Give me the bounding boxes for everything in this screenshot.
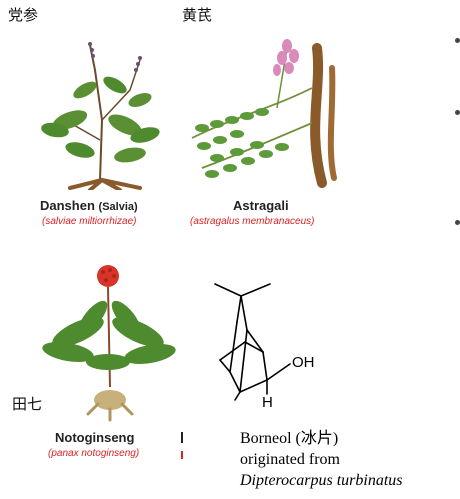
dangshen-chinese-label: 党参 bbox=[8, 6, 39, 24]
divider-mark bbox=[181, 432, 183, 443]
danshen-name: Danshen bbox=[40, 198, 95, 213]
astragali-latin-name: (astragalus membranaceus) bbox=[190, 216, 315, 227]
danshen-common-name: (Salvia) bbox=[98, 201, 138, 213]
danshen-title: Danshen (Salvia) bbox=[40, 198, 138, 213]
notoginseng-latin-name: (panax notoginseng) bbox=[48, 448, 140, 459]
huangqi-chinese-label: 黄芪 bbox=[182, 6, 213, 24]
notoginseng-plant-illustration bbox=[42, 265, 176, 422]
astragali-plant-illustration bbox=[191, 39, 337, 188]
borneol-caption: Borneol (冰片) originated from Dipterocarp… bbox=[240, 428, 403, 491]
astragali-name: Astragali bbox=[233, 198, 289, 213]
divider-mark bbox=[181, 451, 183, 459]
bullet-dot bbox=[455, 220, 460, 225]
notoginseng-name: Notoginseng bbox=[55, 430, 135, 445]
borneol-structure-diagram bbox=[214, 283, 291, 401]
caption-line-3: Dipterocarpus turbinatus bbox=[240, 470, 403, 491]
bullet-dot bbox=[455, 38, 460, 43]
caption-line-1: Borneol (冰片) bbox=[240, 430, 339, 447]
danshen-plant-illustration bbox=[41, 42, 160, 190]
hydrogen-label: H bbox=[262, 394, 273, 411]
hydroxyl-label: OH bbox=[292, 354, 315, 371]
species-name: Dipterocarpus turbinatus bbox=[240, 472, 403, 489]
danshen-latin-name: (salviae miltiorrhizae) bbox=[42, 216, 137, 227]
bullet-dot bbox=[455, 110, 460, 115]
caption-line-2: originated from bbox=[240, 451, 340, 468]
